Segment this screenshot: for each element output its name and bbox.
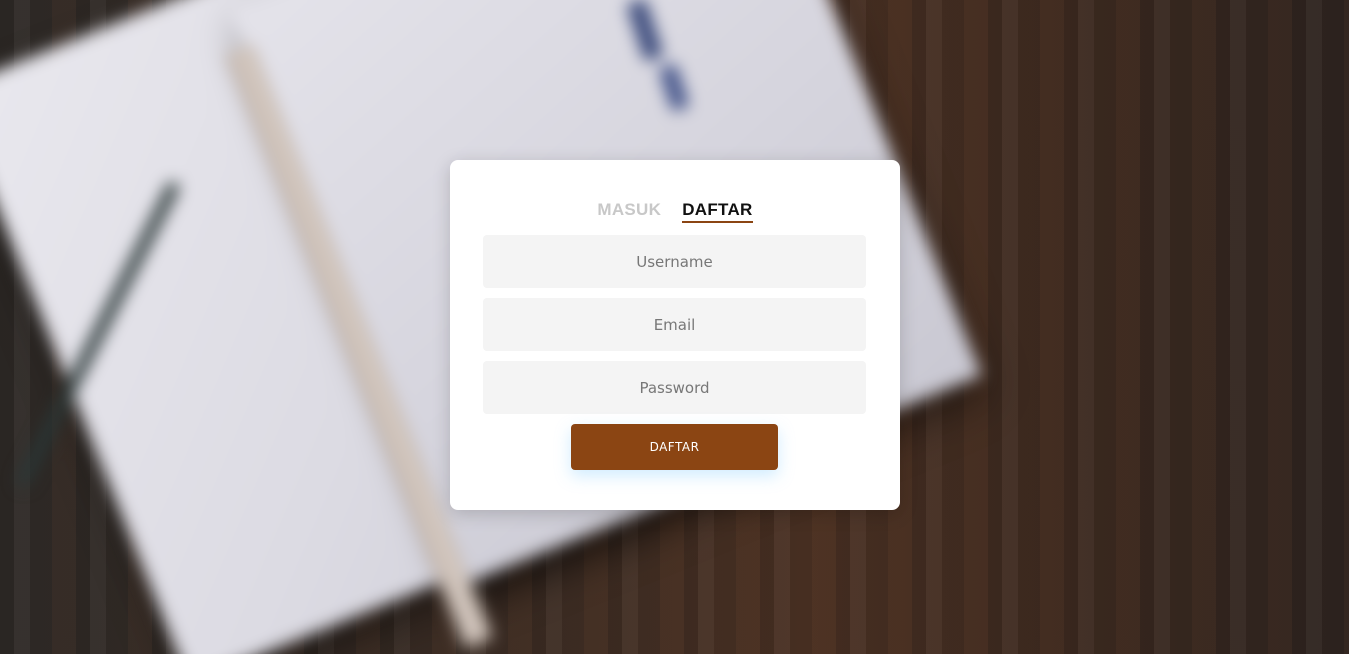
register-button[interactable]: DAFTAR xyxy=(571,424,778,470)
username-input[interactable] xyxy=(483,235,866,288)
tab-login[interactable]: MASUK xyxy=(597,200,661,223)
password-input[interactable] xyxy=(483,361,866,414)
register-card: MASUK DAFTAR DAFTAR xyxy=(450,160,900,510)
tab-register[interactable]: DAFTAR xyxy=(682,200,753,223)
auth-tabs: MASUK DAFTAR xyxy=(450,200,900,223)
email-input[interactable] xyxy=(483,298,866,351)
